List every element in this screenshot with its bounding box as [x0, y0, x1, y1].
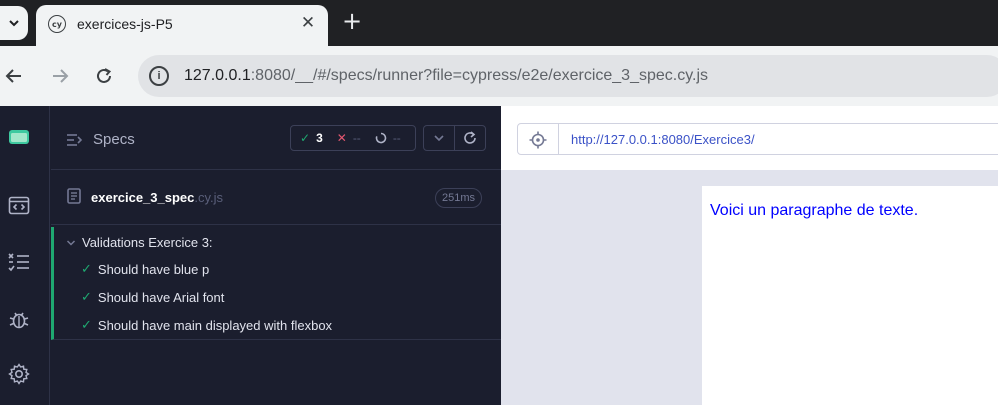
bug-icon[interactable] — [8, 308, 30, 330]
suite-header[interactable]: Validations Exercice 3: — [66, 235, 213, 250]
tab-search-button[interactable] — [0, 6, 28, 40]
arrow-left-icon — [5, 69, 21, 83]
address-bar[interactable]: i 127.0.0.1:8080/__/#/specs/runner?file=… — [138, 55, 998, 97]
rerun-button[interactable] — [454, 126, 485, 150]
chevron-down-icon — [9, 20, 19, 27]
arrow-right-icon — [53, 69, 69, 83]
spec-file-row[interactable]: exercice_3_spec.cy.js 251ms — [51, 171, 501, 225]
specs-reporter-panel: Specs ✓ 3 ✕ -- -- exercice_3_spec.cy.js … — [51, 106, 501, 405]
cypress-logo-icon[interactable] — [8, 126, 30, 148]
app-under-test-pane: http://127.0.0.1:8080/Exercice3/ Voici u… — [501, 106, 998, 405]
forward-button[interactable] — [47, 63, 73, 89]
browser-code-icon[interactable] — [8, 195, 30, 217]
page-paragraph: Voici un paragraphe de texte. — [710, 202, 919, 219]
test-suite: Validations Exercice 3: ✓ Should have bl… — [51, 227, 501, 340]
cypress-nav-sidebar — [0, 106, 50, 405]
pending-stat: -- — [375, 131, 401, 145]
test-list-icon[interactable] — [8, 251, 30, 273]
new-tab-button[interactable]: + — [340, 9, 364, 34]
browser-tab-bar: cy exercices-js-P5 ✕ + — [0, 0, 998, 46]
spec-duration-badge: 251ms — [435, 188, 483, 208]
browser-toolbar: i 127.0.0.1:8080/__/#/specs/runner?file=… — [0, 46, 998, 106]
rerun-icon — [464, 131, 477, 144]
selector-playground-icon[interactable] — [529, 131, 547, 149]
address-url[interactable]: 127.0.0.1:8080/__/#/specs/runner?file=cy… — [184, 67, 708, 85]
specs-list-icon[interactable] — [67, 133, 83, 147]
back-button[interactable] — [1, 63, 27, 89]
collapse-all-button[interactable] — [424, 126, 454, 150]
url-divider — [558, 124, 559, 154]
x-icon: ✕ — [336, 131, 347, 145]
aut-url-bar: http://127.0.0.1:8080/Exercice3/ — [501, 106, 998, 170]
aut-url-box: http://127.0.0.1:8080/Exercice3/ — [517, 123, 998, 155]
specs-header: Specs ✓ 3 ✕ -- -- — [51, 106, 501, 170]
document-icon — [67, 188, 81, 204]
test-title: Should have Arial font — [97, 290, 225, 305]
failed-count: -- — [352, 131, 361, 145]
chevron-down-icon — [434, 135, 444, 142]
tab-title: exercices-js-P5 — [77, 16, 173, 32]
spec-file-name[interactable]: exercice_3_spec.cy.js — [91, 190, 223, 205]
cypress-favicon-icon: cy — [48, 15, 66, 33]
test-item[interactable]: ✓ Should have blue p — [81, 262, 209, 277]
aut-viewport: Voici un paragraphe de texte. — [702, 186, 998, 405]
passed-count: 3 — [316, 131, 323, 145]
reload-button[interactable] — [91, 63, 117, 89]
check-icon: ✓ — [81, 262, 92, 277]
test-title: Should have blue p — [97, 262, 210, 277]
pending-icon — [375, 132, 387, 144]
test-stats: ✓ 3 ✕ -- -- — [290, 125, 416, 151]
test-item[interactable]: ✓ Should have main displayed with flexbo… — [81, 318, 332, 333]
pending-count: -- — [392, 131, 401, 145]
reload-icon — [97, 68, 112, 83]
specs-title[interactable]: Specs — [93, 131, 135, 148]
suite-title: Validations Exercice 3: — [82, 235, 213, 250]
chevron-down-icon — [66, 239, 76, 246]
passed-stat: ✓ 3 — [300, 131, 323, 145]
check-icon: ✓ — [81, 318, 92, 333]
test-title: Should have main displayed with flexbox — [97, 318, 333, 333]
aut-url[interactable]: http://127.0.0.1:8080/Exercice3/ — [571, 132, 755, 147]
failed-stat: ✕ -- — [337, 131, 361, 145]
browser-tab[interactable]: cy exercices-js-P5 ✕ — [36, 5, 328, 46]
runner-controls — [423, 125, 486, 151]
check-icon: ✓ — [300, 131, 311, 145]
site-info-icon[interactable]: i — [149, 66, 169, 86]
test-item[interactable]: ✓ Should have Arial font — [81, 290, 224, 305]
gear-icon[interactable] — [8, 363, 30, 385]
close-tab-icon[interactable]: ✕ — [298, 13, 318, 33]
check-icon: ✓ — [81, 290, 92, 305]
